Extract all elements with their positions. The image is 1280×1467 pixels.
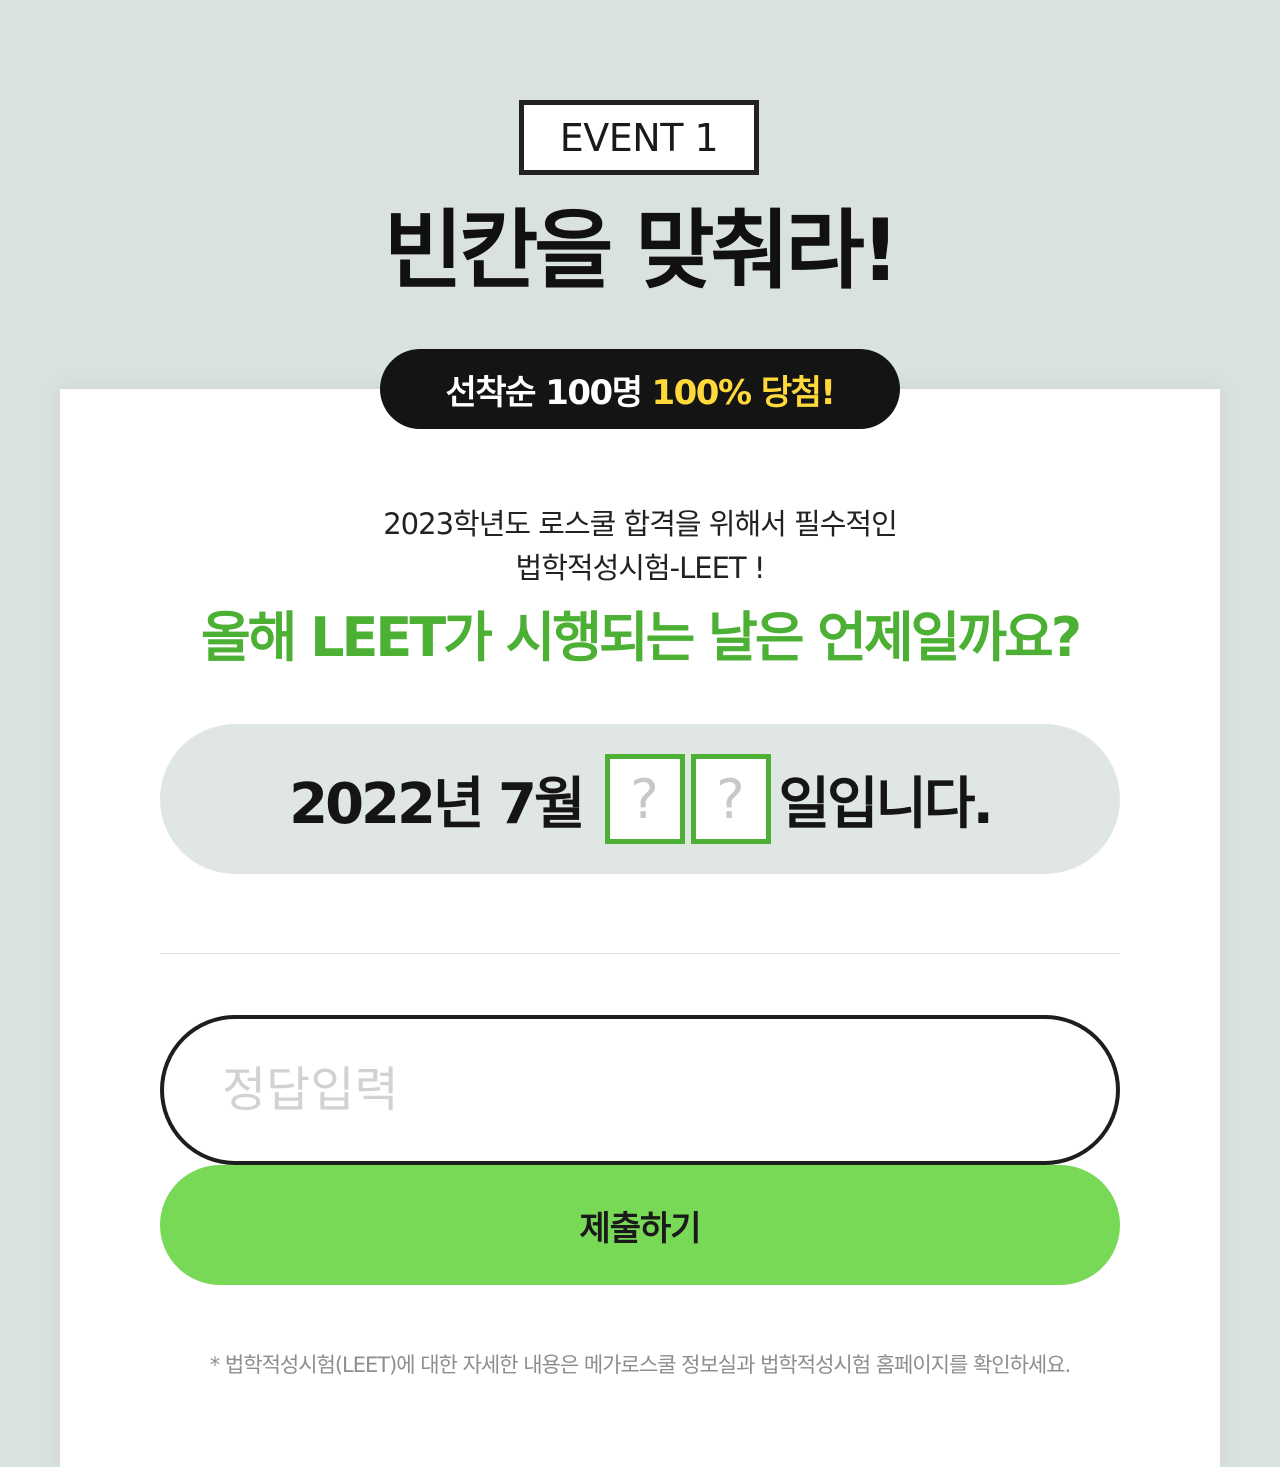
answer-input[interactable] (160, 1015, 1120, 1165)
date-suffix: 일입니다. (778, 771, 994, 837)
date-prefix: 2022년 7월 (289, 771, 585, 837)
question-heading: 올해 LEET가 시행되는 날은 언제일까요? (200, 606, 1082, 669)
event-page: EVENT 1 빈칸을 맞춰라! 선착순 100명 100% 당첨! 2023학… (0, 0, 1280, 1467)
intro-line-2: 법학적성시험-LEET ! (515, 551, 766, 585)
event-label: EVENT 1 (519, 100, 759, 175)
date-digit-blank-1: ? (604, 754, 685, 844)
date-digit-blank-2: ? (690, 754, 771, 844)
submit-button[interactable]: 제출하기 (160, 1165, 1120, 1285)
intro-text: 2023학년도 로스쿨 합격을 위해서 필수적인 법학적성시험-LEET ! (0, 502, 1280, 590)
intro-line-1: 2023학년도 로스쿨 합격을 위해서 필수적인 (383, 507, 898, 541)
footnote: * 법학적성시험(LEET)에 대한 자세한 내용은 메가로스쿨 정보실과 법학… (209, 1353, 1072, 1377)
promo-badge: 선착순 100명 100% 당첨! (380, 349, 900, 429)
page-title: 빈칸을 맞춰라! (384, 201, 900, 301)
promo-highlight: 100% 당첨! (651, 372, 835, 413)
date-blank-panel: 2022년 7월 ? ? 일입니다. (160, 724, 1120, 874)
promo-text: 선착순 100명 (445, 372, 643, 413)
divider (160, 953, 1120, 954)
